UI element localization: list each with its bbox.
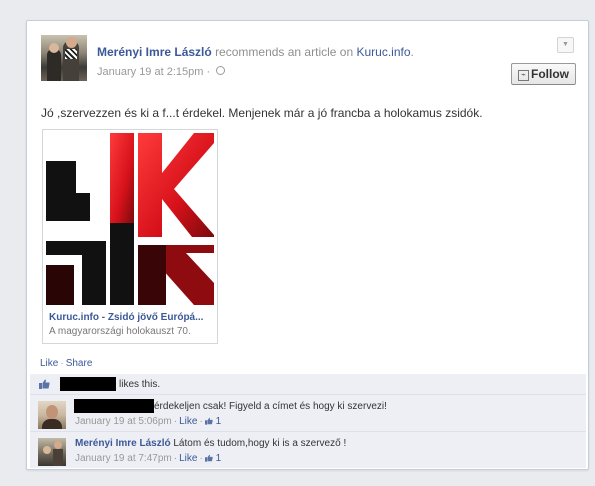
- feed-story: Merényi Imre László recommends an articl…: [26, 20, 589, 470]
- comment: érdekeljen csak! Figyeld a címet és hogy…: [30, 395, 586, 432]
- comment-text: érdekeljen csak! Figyeld a címet és hogy…: [154, 401, 387, 412]
- comment-meta: January 19 at 7:47pm · Like · 1: [75, 453, 221, 464]
- thumbs-up-icon: [204, 454, 213, 462]
- attachment-title[interactable]: Kuruc.info - Zsidó jövő Európá...: [49, 312, 203, 323]
- comment-like-count[interactable]: 1: [216, 453, 222, 464]
- comment-text: Látom és tudom,hogy ki is a szervező !: [173, 438, 347, 449]
- link-attachment[interactable]: Kuruc.info - Zsidó jövő Európá... A magy…: [42, 129, 218, 344]
- thumbs-up-icon: [39, 379, 50, 389]
- comment-like-link[interactable]: Like: [179, 453, 197, 464]
- story-header: Merényi Imre László recommends an articl…: [97, 45, 414, 59]
- time-separator: ·: [206, 66, 211, 78]
- comment-timestamp[interactable]: January 19 at 7:47pm: [75, 453, 172, 464]
- chevron-down-icon: ▼: [562, 41, 569, 48]
- source-link[interactable]: Kuruc.info: [356, 45, 410, 59]
- redacted-name: [60, 377, 116, 391]
- comment-timestamp[interactable]: January 19 at 5:06pm: [75, 416, 172, 427]
- story-timestamp[interactable]: January 19 at 2:15pm: [97, 66, 203, 78]
- meta-separator: ·: [173, 416, 178, 427]
- comment-like-link[interactable]: Like: [179, 416, 197, 427]
- rss-icon: ⌁: [518, 70, 529, 81]
- globe-icon: [216, 66, 226, 75]
- comment-meta: January 19 at 5:06pm · Like · 1: [75, 416, 221, 427]
- comment-like-count[interactable]: 1: [216, 416, 222, 427]
- action-separator: ·: [60, 358, 64, 369]
- commenter-avatar[interactable]: [38, 401, 66, 429]
- status-text: Jó ,szervezzen és ki a f...t érdekel. Me…: [41, 106, 483, 120]
- story-timestamp-row: January 19 at 2:15pm ·: [97, 66, 226, 78]
- comment: Merényi Imre László Látom és tudom,hogy …: [30, 432, 586, 468]
- kuruc-logo[interactable]: [46, 133, 214, 305]
- likes-sentence: likes this.: [30, 374, 586, 395]
- redacted-name: [74, 399, 154, 413]
- story-actions: Like · Share: [40, 358, 92, 369]
- story-menu-button[interactable]: ▼: [557, 37, 574, 53]
- action-text: recommends an article on: [215, 45, 354, 59]
- follow-label: Follow: [531, 67, 569, 81]
- meta-separator: ·: [199, 453, 203, 464]
- attachment-description: A magyarországi holokauszt 70.: [49, 326, 191, 337]
- meta-separator: ·: [173, 453, 178, 464]
- author-avatar[interactable]: [41, 35, 87, 81]
- feedback-area: likes this. érdekeljen csak! Figyeld a c…: [30, 374, 586, 468]
- header-period: .: [410, 45, 414, 59]
- commenter-avatar[interactable]: [38, 438, 66, 466]
- kuruc-logo-graphic: [46, 133, 214, 305]
- follow-button[interactable]: ⌁ Follow: [511, 63, 576, 85]
- share-link[interactable]: Share: [66, 358, 93, 369]
- author-name[interactable]: Merényi Imre László: [97, 45, 212, 59]
- thumbs-up-icon: [204, 417, 213, 425]
- comment-body: Merényi Imre László Látom és tudom,hogy …: [75, 438, 346, 449]
- like-link[interactable]: Like: [40, 358, 58, 369]
- comment-author[interactable]: Merényi Imre László: [75, 438, 171, 449]
- likes-text: likes this.: [119, 379, 161, 390]
- meta-separator: ·: [199, 416, 203, 427]
